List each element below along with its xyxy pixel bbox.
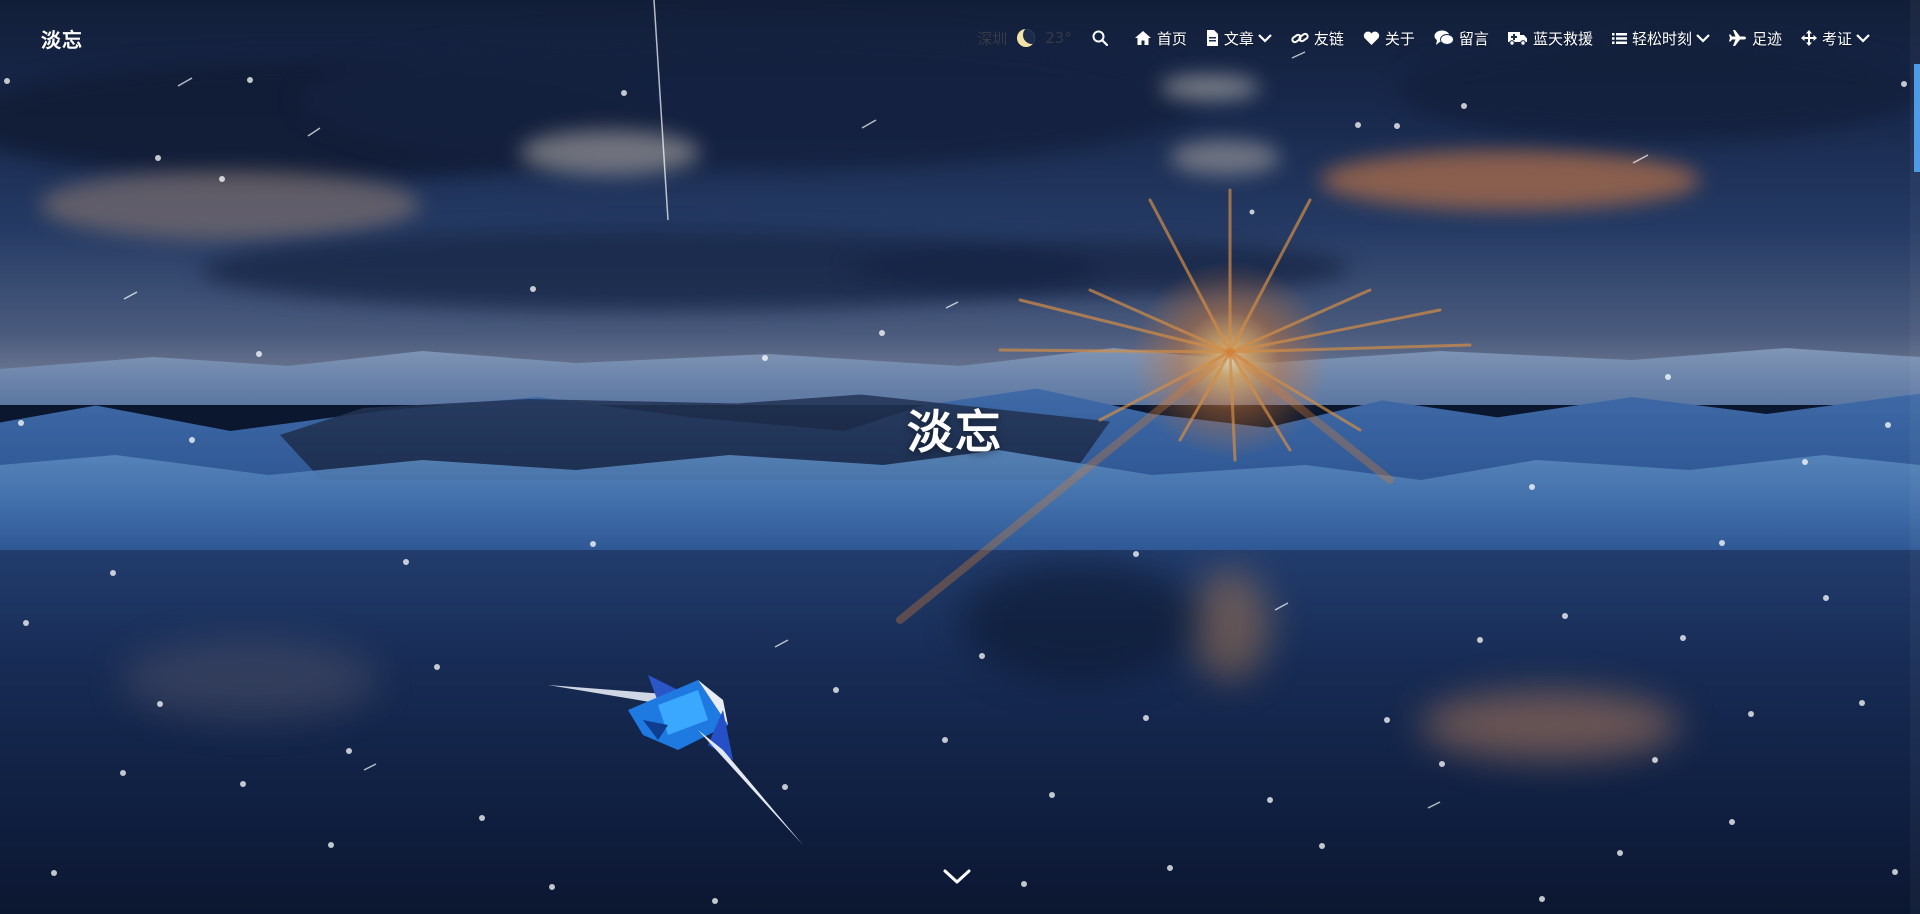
home-icon	[1134, 31, 1151, 45]
hero-title: 淡忘	[907, 405, 1003, 459]
page-scrollbar[interactable]	[1910, 0, 1920, 914]
link-icon	[1291, 32, 1309, 44]
site-header: 淡忘 深圳 23° 首页 文章 友链 关于 留言 蓝天救援 轻松时刻 足迹 考证	[0, 0, 1920, 76]
chevron-down-icon	[1258, 34, 1272, 43]
paper-bird-decoration	[548, 675, 803, 845]
nav-item-guestbook[interactable]: 留言	[1434, 28, 1489, 49]
nav-item-label: 友链	[1313, 29, 1344, 48]
heart-icon	[1363, 31, 1380, 45]
truck-icon	[1507, 32, 1527, 46]
scroll-down-button[interactable]	[942, 866, 972, 888]
page-scrollbar-thumb[interactable]	[1914, 64, 1920, 172]
nav-item-fun[interactable]: 轻松时刻	[1611, 28, 1710, 49]
nav-item-footprints[interactable]: 足迹	[1728, 28, 1782, 49]
nav-item-label: 考证	[1821, 29, 1852, 48]
nav-item-home[interactable]: 首页	[1134, 28, 1187, 49]
moon-icon	[1017, 29, 1036, 47]
nav-item-about[interactable]: 关于	[1363, 28, 1415, 49]
nav-item-label: 文章	[1223, 29, 1254, 48]
nav-item-rescue[interactable]: 蓝天救援	[1507, 28, 1593, 49]
weather-widget[interactable]: 深圳 23°	[977, 28, 1072, 49]
file-icon	[1206, 30, 1218, 46]
chevron-down-icon	[1856, 34, 1870, 43]
page: 淡忘 深圳 23° 首页 文章 友链 关于 留言 蓝天救援 轻松时刻 足迹 考证…	[0, 0, 1920, 914]
nav-item-certification[interactable]: 考证	[1800, 28, 1870, 49]
chevron-down-icon	[1696, 34, 1710, 43]
nav-item-label: 首页	[1156, 29, 1187, 48]
site-brand[interactable]: 淡忘	[41, 24, 83, 53]
nav-item-label: 轻松时刻	[1631, 29, 1692, 48]
weather-temperature: 23°	[1045, 29, 1072, 47]
weather-city: 深圳	[977, 29, 1008, 48]
search-button[interactable]	[1092, 30, 1113, 46]
nav-item-label: 关于	[1384, 29, 1415, 48]
plane-icon	[1728, 30, 1746, 46]
chevron-down-icon	[943, 869, 971, 884]
arrows-icon	[1800, 30, 1817, 46]
search-icon	[1092, 30, 1108, 46]
nav-item-articles[interactable]: 文章	[1206, 28, 1272, 49]
nav-item-label: 蓝天救援	[1532, 29, 1593, 48]
nav-item-label: 留言	[1458, 29, 1489, 48]
list-icon	[1611, 32, 1627, 44]
nav-item-label: 足迹	[1751, 29, 1782, 48]
comments-icon	[1434, 30, 1454, 45]
nav-item-friend-links[interactable]: 友链	[1291, 28, 1344, 49]
main-nav: 深圳 23° 首页 文章 友链 关于 留言 蓝天救援 轻松时刻 足迹 考证	[977, 28, 1870, 49]
